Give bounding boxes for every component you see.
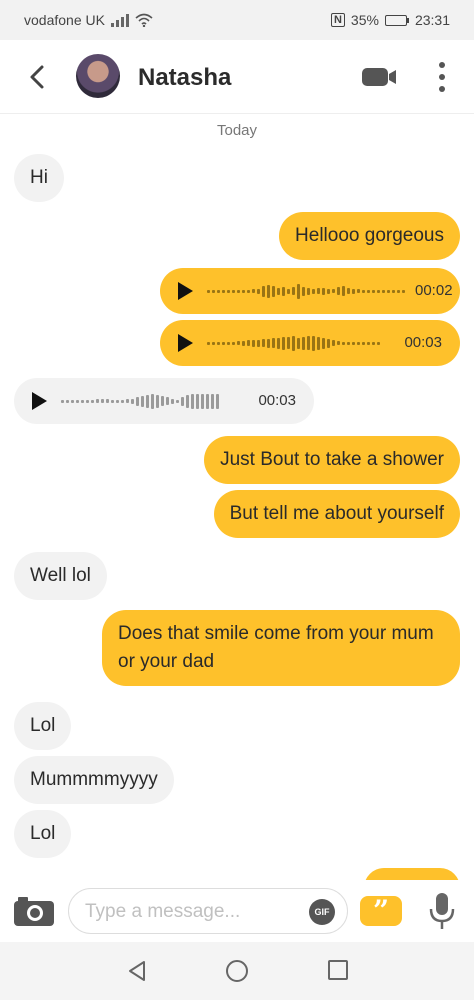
waveform [61, 387, 248, 415]
message-input-wrapper: GIF [68, 888, 348, 934]
system-nav-bar [0, 942, 474, 1000]
message-incoming[interactable]: Hi [14, 154, 64, 202]
play-icon[interactable] [178, 282, 193, 300]
message-incoming[interactable]: Mummmmyyyy [14, 756, 174, 804]
date-separator: Today [216, 122, 258, 139]
message-incoming[interactable]: Lol [14, 810, 72, 858]
play-icon[interactable] [178, 334, 193, 352]
contact-name[interactable]: Natasha [138, 64, 231, 92]
camera-icon[interactable] [14, 896, 54, 926]
message-outgoing[interactable]: Just Bout to take a shower [204, 436, 460, 484]
message-outgoing-partial [364, 868, 460, 880]
clock: 23:31 [414, 12, 450, 28]
message-outgoing[interactable]: Does that smile come from your mum or yo… [102, 610, 460, 686]
video-call-icon[interactable] [362, 66, 398, 88]
voice-message-outgoing[interactable]: 00:02 [160, 268, 460, 314]
message-list[interactable]: Today Hi Hellooo gorgeous 00:02 00:03 00… [0, 114, 474, 880]
status-bar: vodafone UK N 35% 23:31 [0, 0, 474, 40]
microphone-icon[interactable] [428, 892, 456, 930]
nav-home-icon[interactable] [226, 960, 248, 982]
message-outgoing[interactable]: Hellooo gorgeous [279, 212, 460, 260]
status-left: vodafone UK [24, 12, 153, 28]
waveform [207, 277, 405, 305]
message-input[interactable] [85, 899, 295, 925]
chat-header: Natasha [0, 40, 474, 114]
nfc-icon: N [330, 13, 345, 27]
signal-icon [110, 13, 129, 27]
message-outgoing[interactable]: But tell me about yourself [213, 490, 460, 538]
message-incoming[interactable]: Lol [14, 702, 72, 750]
quote-icon[interactable]: ” [360, 896, 402, 926]
voice-message-incoming[interactable]: 00:03 [14, 378, 314, 424]
status-right: N 35% 23:31 [330, 12, 450, 28]
more-vertical-icon[interactable] [434, 62, 450, 92]
message-incoming[interactable]: Well lol [14, 552, 107, 600]
voice-duration: 00:02 [415, 282, 453, 299]
battery-percent: 35% [350, 12, 379, 28]
voice-duration: 00:03 [404, 334, 442, 351]
voice-duration: 00:03 [258, 392, 296, 409]
play-icon[interactable] [32, 392, 47, 410]
battery-icon [384, 14, 409, 26]
avatar[interactable] [76, 54, 120, 98]
gif-icon[interactable]: GIF [309, 899, 335, 925]
back-arrow-icon[interactable] [26, 64, 50, 90]
voice-message-outgoing[interactable]: 00:03 [160, 320, 460, 366]
carrier-label: vodafone UK [24, 12, 105, 28]
message-composer: GIF ” [0, 880, 474, 942]
nav-recents-icon[interactable] [328, 960, 348, 980]
waveform [207, 329, 394, 357]
wifi-icon [135, 13, 153, 27]
nav-back-icon[interactable] [126, 960, 148, 982]
